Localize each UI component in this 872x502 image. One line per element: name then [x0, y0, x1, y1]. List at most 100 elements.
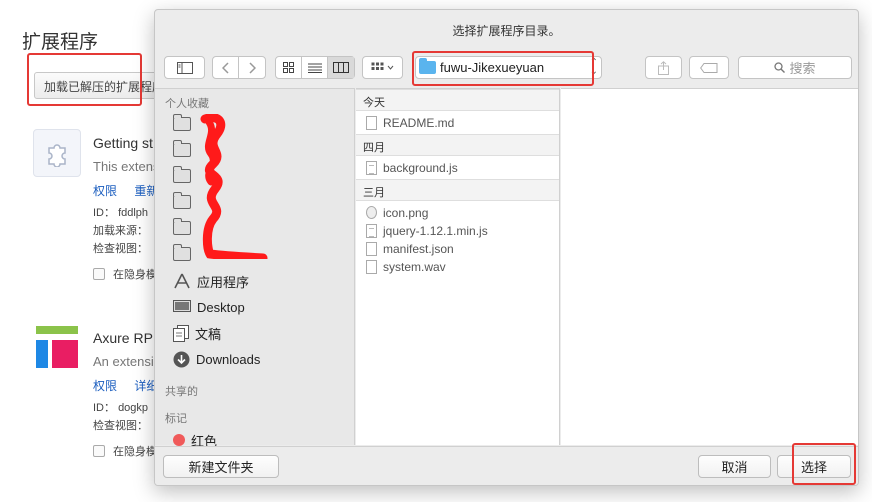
extensions-page-title: 扩展程序 — [22, 32, 99, 53]
dialog-sidebar: 个人收藏 应用程序 Desktop 文稿 Downloads 共享的 标记 红色 — [155, 88, 355, 449]
file-item-system-wav[interactable]: system.wav — [366, 258, 446, 275]
new-folder-button[interactable]: 新建文件夹 — [163, 455, 279, 478]
dialog-bottom-bar: 新建文件夹 取消 选择 — [155, 446, 858, 485]
chevron-down-icon — [387, 65, 394, 70]
folder-icon — [173, 192, 191, 209]
sidebar-item-downloads[interactable]: Downloads — [173, 349, 260, 369]
favorites-header: 个人收藏 — [165, 98, 209, 110]
folder-icon — [173, 166, 191, 183]
list-view-button[interactable] — [302, 57, 328, 78]
file-name: jquery-1.12.1.min.js — [383, 223, 488, 238]
file-item-jquery[interactable]: jquery-1.12.1.min.js — [366, 222, 488, 239]
folder-icon — [173, 218, 191, 235]
puzzle-icon — [33, 129, 81, 177]
incognito-checkbox[interactable] — [93, 268, 105, 280]
list-view-icon — [307, 63, 322, 73]
extension-views: 检查视图： — [93, 420, 148, 432]
sidebar-label: Downloads — [196, 351, 261, 367]
script-icon — [366, 160, 377, 175]
arrange-button[interactable] — [362, 56, 403, 79]
downloads-icon — [173, 351, 190, 367]
share-button[interactable] — [645, 56, 682, 79]
share-icon — [658, 60, 669, 75]
icon-view-icon — [283, 62, 294, 73]
sidebar-label: Desktop — [197, 299, 245, 315]
sidebar-folder-redacted[interactable] — [173, 244, 191, 264]
icon-view-button[interactable] — [276, 57, 302, 78]
permissions-link[interactable]: 权限 — [93, 379, 117, 393]
sidebar-folder-redacted[interactable] — [173, 218, 191, 238]
document-icon — [366, 241, 377, 256]
extension-description: An extensi — [93, 354, 154, 369]
documents-icon — [173, 324, 189, 342]
sidebar-folder-redacted[interactable] — [173, 192, 191, 212]
group-header-today: 今天 — [356, 89, 559, 111]
file-name: manifest.json — [383, 241, 454, 256]
id-label: ID： — [93, 207, 115, 219]
incognito-checkbox[interactable] — [93, 445, 105, 457]
shared-header: 共享的 — [165, 386, 198, 398]
sidebar-folder-redacted[interactable] — [173, 114, 191, 134]
folder-icon — [173, 140, 191, 157]
incognito-option[interactable]: 在隐身模 — [93, 443, 157, 459]
cancel-button[interactable]: 取消 — [698, 455, 771, 478]
folder-icon — [173, 114, 191, 131]
desktop-icon — [173, 300, 191, 312]
permissions-link[interactable]: 权限 — [93, 184, 117, 198]
file-item-manifest[interactable]: manifest.json — [366, 240, 454, 257]
chevron-left-icon — [221, 61, 229, 74]
folder-icon — [173, 244, 191, 261]
incognito-label: 在隐身模 — [113, 269, 157, 281]
file-item-background-js[interactable]: background.js — [366, 159, 458, 176]
id-label: ID： — [93, 402, 115, 414]
sidebar-label: 文稿 — [195, 326, 222, 342]
file-item-icon-png[interactable]: icon.png — [366, 204, 428, 221]
group-header-march: 三月 — [356, 179, 559, 201]
file-item-readme[interactable]: README.md — [366, 114, 454, 131]
extension-id: ID： fddlph — [93, 204, 148, 220]
tags-header: 标记 — [165, 413, 187, 425]
sidebar-folder-redacted[interactable] — [173, 140, 191, 160]
search-placeholder: 搜索 — [789, 61, 816, 76]
extension-views: 检查视图： — [93, 243, 148, 255]
annotation-box-location — [412, 51, 594, 86]
forward-button[interactable] — [239, 57, 265, 78]
back-forward-group — [212, 56, 266, 79]
search-icon — [774, 62, 786, 73]
group-header-april: 四月 — [356, 134, 559, 156]
chevron-right-icon — [249, 61, 256, 74]
incognito-label: 在隐身模 — [113, 446, 157, 458]
sidebar-folder-redacted[interactable] — [173, 166, 191, 186]
audio-icon — [366, 259, 377, 274]
sidebar-toggle-button[interactable] — [164, 56, 205, 79]
column-view-icon — [333, 62, 349, 73]
tag-button[interactable] — [689, 56, 729, 79]
red-tag-icon — [173, 434, 185, 446]
tag-icon — [700, 62, 718, 73]
extension-name: Getting st — [93, 135, 153, 151]
file-name: icon.png — [383, 205, 429, 220]
sidebar-item-desktop[interactable]: Desktop — [173, 297, 245, 317]
incognito-option[interactable]: 在隐身模 — [93, 266, 157, 282]
sidebar-label: 应用程序 — [197, 274, 250, 290]
script-icon — [366, 223, 377, 238]
file-name: README.md — [383, 115, 455, 130]
extension-id: ID： dogkp — [93, 399, 148, 415]
annotation-box-choose-button — [792, 443, 856, 485]
arrange-icon — [371, 62, 384, 70]
extension-name: Axure RP — [93, 330, 153, 346]
annotation-box-load-button — [27, 53, 142, 106]
column-view-button[interactable] — [328, 57, 354, 78]
redaction-scribble — [200, 114, 268, 259]
sidebar-item-documents[interactable]: 文稿 — [173, 323, 221, 343]
extension-description: This extens — [93, 159, 160, 174]
search-field[interactable]: 搜索 — [738, 56, 852, 79]
sidebar-item-applications[interactable]: 应用程序 — [173, 271, 249, 291]
document-icon — [366, 115, 377, 130]
back-button[interactable] — [213, 57, 239, 78]
id-value: dogkp — [118, 402, 149, 414]
file-column: 今天 README.md 四月 background.js 三月 icon.pn… — [356, 88, 560, 445]
image-icon — [366, 206, 377, 219]
dialog-title: 选择扩展程序目录。 — [452, 24, 561, 38]
extension-source: 加载来源： — [93, 225, 148, 237]
